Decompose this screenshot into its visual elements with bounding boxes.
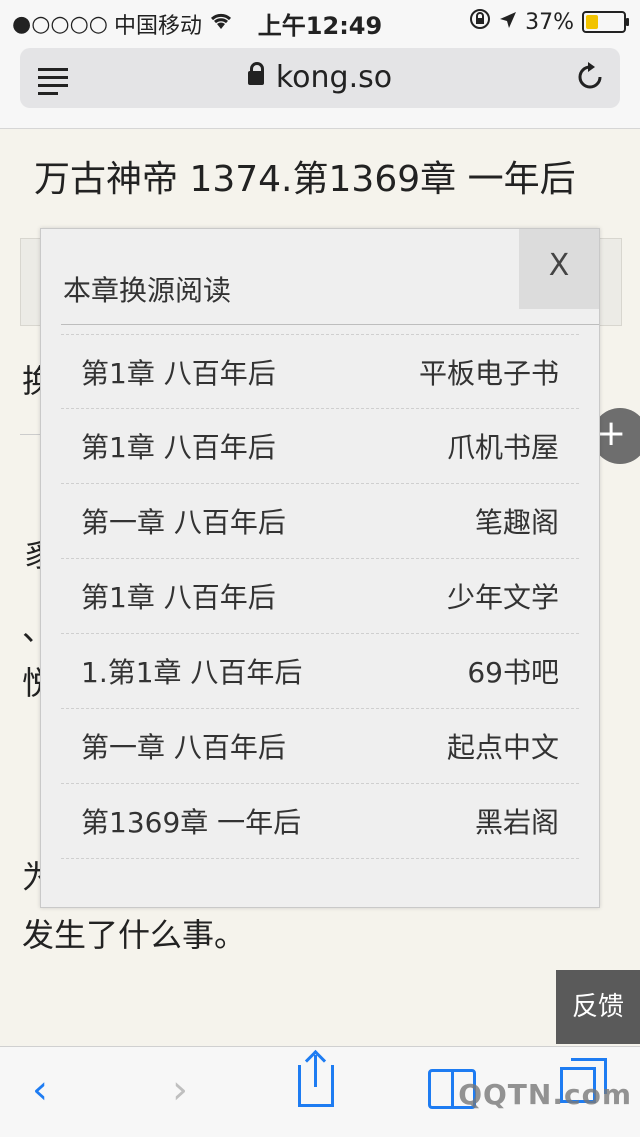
source-switch-modal: 本章换源阅读 X 第1章 八百年后 平板电子书 第1章 八百年后 爪机书屋 第一…: [40, 228, 600, 908]
source-list: 第1章 八百年后 平板电子书 第1章 八百年后 爪机书屋 第一章 八百年后 笔趣…: [61, 334, 579, 859]
source-chapter: 第1369章 一年后: [81, 806, 302, 839]
url-display[interactable]: kong.so: [20, 60, 620, 95]
source-site: 黑岩阁: [474, 806, 559, 839]
url-text: kong.so: [275, 60, 393, 95]
source-item[interactable]: 第1章 八百年后 平板电子书: [61, 334, 579, 409]
source-site: 爪机书屋: [446, 431, 559, 464]
source-site: 69书吧: [467, 656, 559, 689]
source-item[interactable]: 第1369章 一年后 黑岩阁: [61, 784, 579, 859]
watermark: QQTN.com: [458, 1078, 632, 1111]
source-item[interactable]: 第一章 八百年后 起点中文: [61, 709, 579, 784]
source-site: 起点中文: [446, 731, 559, 764]
source-item[interactable]: 第1章 八百年后 爪机书屋: [61, 409, 579, 484]
page-title: 万古神帝 1374.第1369章 一年后: [34, 159, 576, 200]
source-chapter: 第一章 八百年后: [81, 731, 286, 764]
source-chapter: 第1章 八百年后: [81, 356, 276, 390]
source-chapter: 第1章 八百年后: [81, 581, 276, 614]
modal-divider: [61, 324, 599, 325]
source-item[interactable]: 1.第1章 八百年后 69书吧: [61, 634, 579, 709]
page-text-line: 发生了什么事。: [22, 916, 247, 954]
source-site: 平板电子书: [418, 356, 559, 390]
share-icon[interactable]: [298, 1055, 334, 1107]
battery-percent: 37%: [525, 9, 574, 35]
lock-icon: [247, 62, 264, 85]
reload-icon[interactable]: [576, 60, 604, 100]
source-chapter: 第一章 八百年后: [81, 506, 286, 539]
battery-icon: [582, 11, 629, 33]
source-chapter: 1.第1章 八百年后: [81, 656, 303, 689]
battery-fill: [586, 15, 598, 29]
source-site: 少年文学: [446, 581, 559, 614]
source-site: 笔趣阁: [474, 506, 559, 539]
feedback-button[interactable]: 反馈: [556, 970, 640, 1044]
source-item[interactable]: 第1章 八百年后 少年文学: [61, 559, 579, 634]
location-icon: [499, 10, 517, 35]
close-button[interactable]: X: [519, 229, 599, 309]
rotation-lock-icon: [469, 8, 491, 36]
source-item[interactable]: 第一章 八百年后 笔趣阁: [61, 484, 579, 559]
source-chapter: 第1章 八百年后: [81, 431, 276, 464]
status-bar: ●○○○○ 中国移动 上午12:49 37%: [0, 0, 640, 40]
browser-header: kong.so: [0, 40, 640, 129]
address-bar[interactable]: kong.so: [20, 48, 620, 108]
modal-title: 本章换源阅读: [63, 274, 232, 307]
forward-button[interactable]: ›: [172, 1067, 188, 1113]
back-button[interactable]: ‹: [32, 1067, 48, 1113]
